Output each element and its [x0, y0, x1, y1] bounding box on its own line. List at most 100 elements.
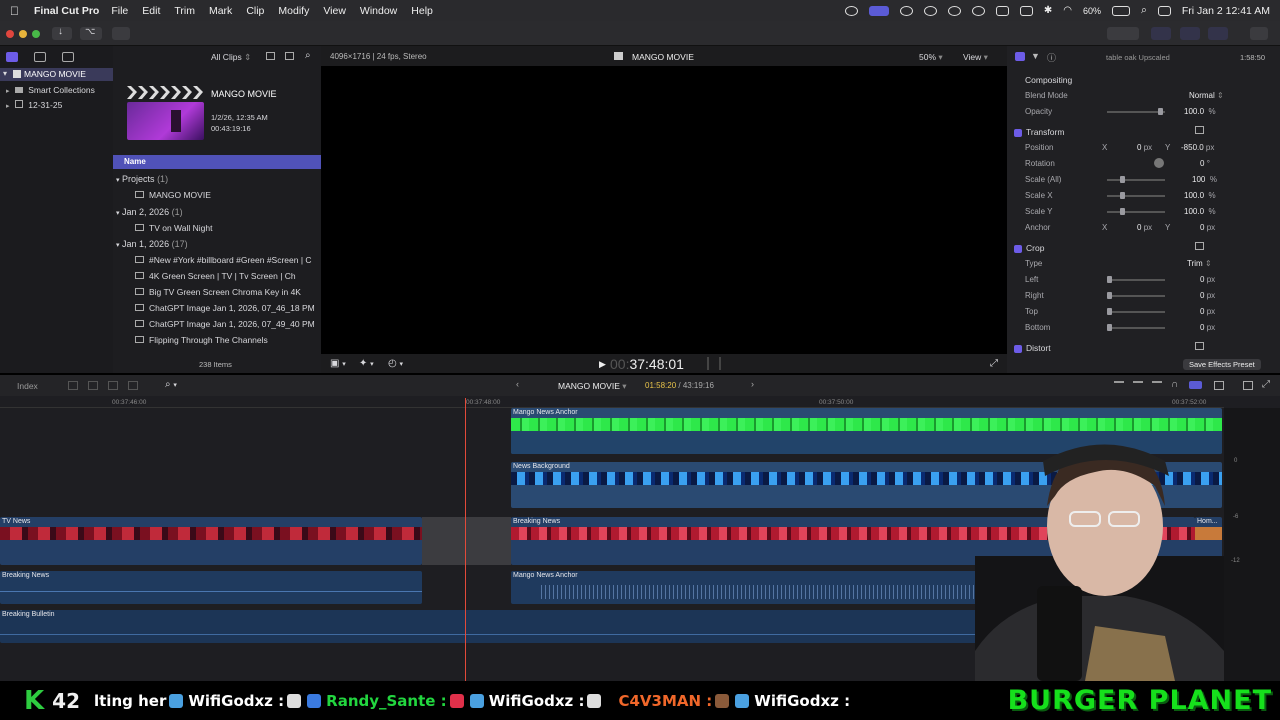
blend-mode-dropdown[interactable]: Normal ⇕ — [1189, 91, 1224, 100]
libraries-icon[interactable] — [6, 52, 18, 62]
list-item[interactable]: TV on Wall Night — [135, 223, 212, 233]
screen-record-icon[interactable] — [868, 5, 889, 16]
minimize-window-button[interactable] — [19, 30, 27, 38]
scale-all-slider[interactable] — [1107, 179, 1165, 181]
wifi-icon[interactable]: ◠ — [1063, 5, 1072, 16]
timeline[interactable]: 00:37:46:00 00:37:48:00 00:37:50:00 00:3… — [0, 396, 1280, 681]
display-icon[interactable] — [1019, 5, 1033, 16]
save-effects-preset-button[interactable]: Save Effects Preset — [1183, 359, 1261, 370]
list-item[interactable]: #New #York #billboard #Green #Screen | C — [135, 255, 312, 265]
crop-top-value[interactable]: 0 px — [1200, 307, 1215, 316]
effects-browser-icon[interactable] — [1214, 381, 1224, 390]
distort-onscreen-icon[interactable] — [1195, 342, 1204, 350]
zoom-dropdown[interactable]: 50% ▾ — [919, 52, 943, 63]
menu-edit[interactable]: Edit — [142, 5, 160, 17]
crop-top-slider-knob[interactable] — [1107, 308, 1112, 315]
audio-clip-breaking-news[interactable]: Breaking News — [0, 571, 422, 604]
crop-right-value[interactable]: 0 px — [1200, 291, 1215, 300]
crop-right-slider[interactable] — [1107, 295, 1165, 297]
background-tasks-button[interactable] — [112, 27, 130, 40]
list-view-icon[interactable] — [266, 52, 275, 60]
list-item[interactable]: Big TV Green Screen Chroma Key in 4K — [135, 287, 301, 297]
play-button[interactable]: ▶ — [599, 359, 606, 370]
timeline-project-dropdown[interactable]: MANGO MOVIE ▾ — [558, 381, 627, 392]
fullscreen-icon[interactable]: ⤢ — [990, 358, 998, 369]
anchor-y-value[interactable]: 0 px — [1200, 223, 1215, 232]
share-menu-button[interactable] — [1107, 27, 1139, 40]
transform-header[interactable]: Transform — [1014, 127, 1064, 137]
sidebar-item-event[interactable]: ▸ 12-31-25 — [6, 100, 62, 110]
transform-onscreen-icon[interactable] — [1195, 126, 1204, 134]
crop-top-slider[interactable] — [1107, 311, 1165, 313]
filter-icon[interactable]: ▼ — [1031, 51, 1040, 61]
menu-trim[interactable]: Trim — [174, 5, 195, 17]
scale-x-value[interactable]: 100.0 % — [1184, 191, 1216, 200]
insert-clip-icon[interactable] — [88, 381, 98, 390]
grid-icon[interactable] — [995, 5, 1009, 16]
crop-left-slider-knob[interactable] — [1107, 276, 1112, 283]
rotation-dial[interactable] — [1154, 158, 1164, 168]
clip-appearance-icon[interactable] — [1114, 381, 1124, 389]
clip-tv-news[interactable]: TV News — [0, 517, 422, 565]
rotation-value[interactable]: 0 ° — [1200, 159, 1210, 168]
crop-onscreen-icon[interactable] — [1195, 242, 1204, 250]
dial-icon[interactable] — [899, 5, 913, 16]
overwrite-clip-icon[interactable] — [128, 381, 138, 390]
group-jan-1[interactable]: ▾ Jan 1, 2026 (17) — [116, 239, 188, 249]
layout-inspector-button[interactable] — [1208, 27, 1228, 40]
viewer-timecode[interactable]: 00:37:48:01 — [610, 356, 684, 372]
search-icon[interactable]: ⌕ — [305, 50, 311, 61]
crop-bottom-slider-knob[interactable] — [1107, 324, 1112, 331]
info-icon[interactable]: ⓘ — [1047, 51, 1056, 64]
list-item[interactable]: Flipping Through The Channels — [135, 335, 268, 345]
clip-filter-dropdown[interactable]: All Clips ⇕ — [211, 52, 251, 63]
zoom-out-icon[interactable] — [1133, 381, 1143, 389]
scale-all-value[interactable]: 100 % — [1192, 175, 1217, 184]
list-item[interactable]: 4K Green Screen | TV | Tv Screen | Ch — [135, 271, 296, 281]
layout-browser-button[interactable] — [1151, 27, 1171, 40]
scale-x-slider[interactable] — [1107, 195, 1165, 197]
battery-percent[interactable]: 60% — [1083, 6, 1101, 16]
group-projects[interactable]: ▾ Projects (1) — [116, 174, 168, 184]
gap-clip[interactable] — [422, 517, 511, 565]
menu-clip[interactable]: Clip — [246, 5, 264, 17]
zoom-in-icon[interactable] — [1152, 381, 1162, 389]
control-center-icon[interactable] — [1157, 5, 1171, 16]
distort-header[interactable]: Distort — [1014, 343, 1051, 353]
import-button[interactable]: ↓ — [52, 26, 72, 40]
share-button[interactable] — [1250, 27, 1268, 40]
connect-clip-icon[interactable] — [68, 381, 78, 390]
zoom-tool-icon[interactable]: ⌕ ▾ — [165, 379, 177, 390]
menu-mark[interactable]: Mark — [209, 5, 232, 17]
library-row-selected[interactable]: ▾ MANGO MOVIE — [0, 68, 113, 81]
collapse-icon[interactable]: ⤢ — [1262, 379, 1270, 390]
crop-bottom-value[interactable]: 0 px — [1200, 323, 1215, 332]
list-item[interactable]: ChatGPT Image Jan 1, 2026, 07_49_40 PM — [135, 319, 315, 329]
user-icon[interactable] — [844, 5, 858, 16]
headphones-icon[interactable]: ∩ — [1171, 379, 1178, 390]
timeline-ruler[interactable] — [0, 396, 1224, 408]
view-dropdown[interactable]: View ▾ — [963, 52, 988, 63]
group-jan-2[interactable]: ▾ Jan 2, 2026 (1) — [116, 207, 183, 217]
back-arrow-icon[interactable]: ‹ — [516, 379, 519, 389]
append-clip-icon[interactable] — [108, 381, 118, 390]
globe-icon[interactable] — [923, 5, 937, 16]
menu-help[interactable]: Help — [411, 5, 433, 17]
sidebar-item-smart-collections[interactable]: ▸ Smart Collections — [6, 85, 95, 95]
search-icon[interactable]: ⌕ — [1141, 4, 1147, 17]
position-y-value[interactable]: -850.0 px — [1181, 143, 1214, 152]
clock[interactable]: Fri Jan 2 12:41 AM — [1182, 5, 1270, 17]
list-item[interactable]: MANGO MOVIE — [135, 190, 211, 200]
opacity-slider[interactable] — [1107, 111, 1165, 113]
project-thumbnail[interactable] — [127, 102, 204, 140]
playhead[interactable] — [465, 398, 466, 681]
crop-left-value[interactable]: 0 px — [1200, 275, 1215, 284]
transform-checkbox[interactable] — [1014, 128, 1022, 137]
layout-timeline-button[interactable] — [1180, 27, 1200, 40]
scale-x-slider-knob[interactable] — [1120, 192, 1125, 199]
crop-right-slider-knob[interactable] — [1107, 292, 1112, 299]
menu-window[interactable]: Window — [360, 5, 397, 17]
menu-modify[interactable]: Modify — [278, 5, 309, 17]
menu-view[interactable]: View — [323, 5, 346, 17]
opacity-value[interactable]: 100.0 % — [1184, 107, 1216, 116]
